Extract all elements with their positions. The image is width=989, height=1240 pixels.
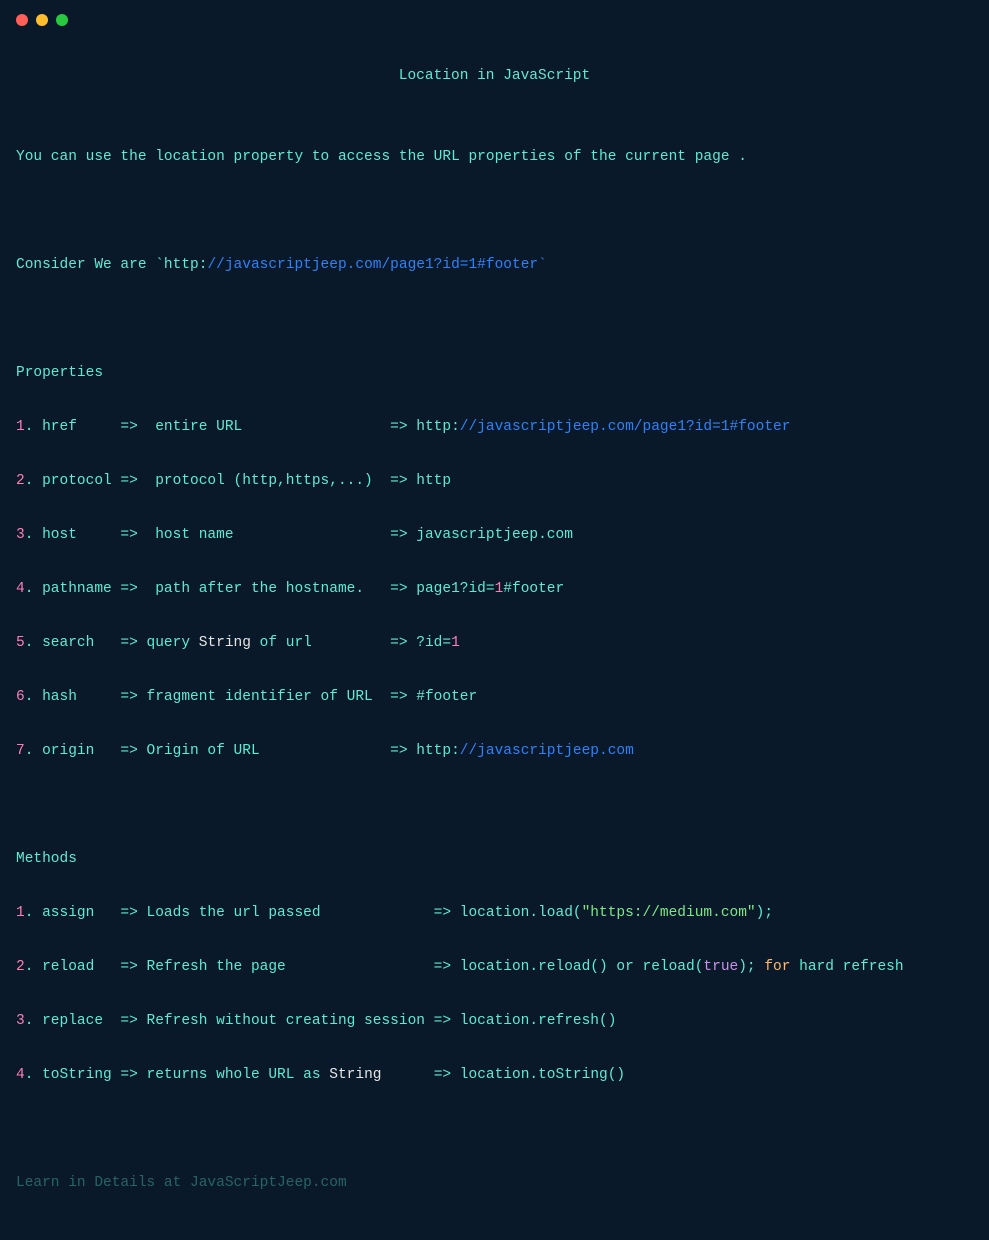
method-row-2: 2. reload => Refresh the page => locatio… [16, 954, 973, 981]
consider-line: Consider We are `http://javascriptjeep.c… [16, 252, 973, 279]
window-titlebar [0, 0, 989, 36]
method-row-1: 1. assign => Loads the url passed => loc… [16, 900, 973, 927]
minimize-dot[interactable] [36, 14, 48, 26]
footer-line: Learn in Details at JavaScriptJeep.com [16, 1170, 973, 1197]
method-row-3: 3. replace => Refresh without creating s… [16, 1008, 973, 1035]
methods-header: Methods [16, 846, 973, 873]
method-row-4: 4. toString => returns whole URL as Stri… [16, 1062, 973, 1089]
prop-row-3: 3. host => host name => javascriptjeep.c… [16, 522, 973, 549]
page-title: Location in JavaScript [16, 63, 973, 90]
prop-row-2: 2. protocol => protocol (http,https,...)… [16, 468, 973, 495]
code-content: Location in JavaScript You can use the l… [0, 36, 989, 1240]
prop-row-6: 6. hash => fragment identifier of URL =>… [16, 684, 973, 711]
close-dot[interactable] [16, 14, 28, 26]
properties-header: Properties [16, 360, 973, 387]
prop-row-5: 5. search => query String of url => ?id=… [16, 630, 973, 657]
intro-line: You can use the location property to acc… [16, 144, 973, 171]
prop-row-1: 1. href => entire URL => http://javascri… [16, 414, 973, 441]
prop-row-7: 7. origin => Origin of URL => http://jav… [16, 738, 973, 765]
prop-row-4: 4. pathname => path after the hostname. … [16, 576, 973, 603]
maximize-dot[interactable] [56, 14, 68, 26]
